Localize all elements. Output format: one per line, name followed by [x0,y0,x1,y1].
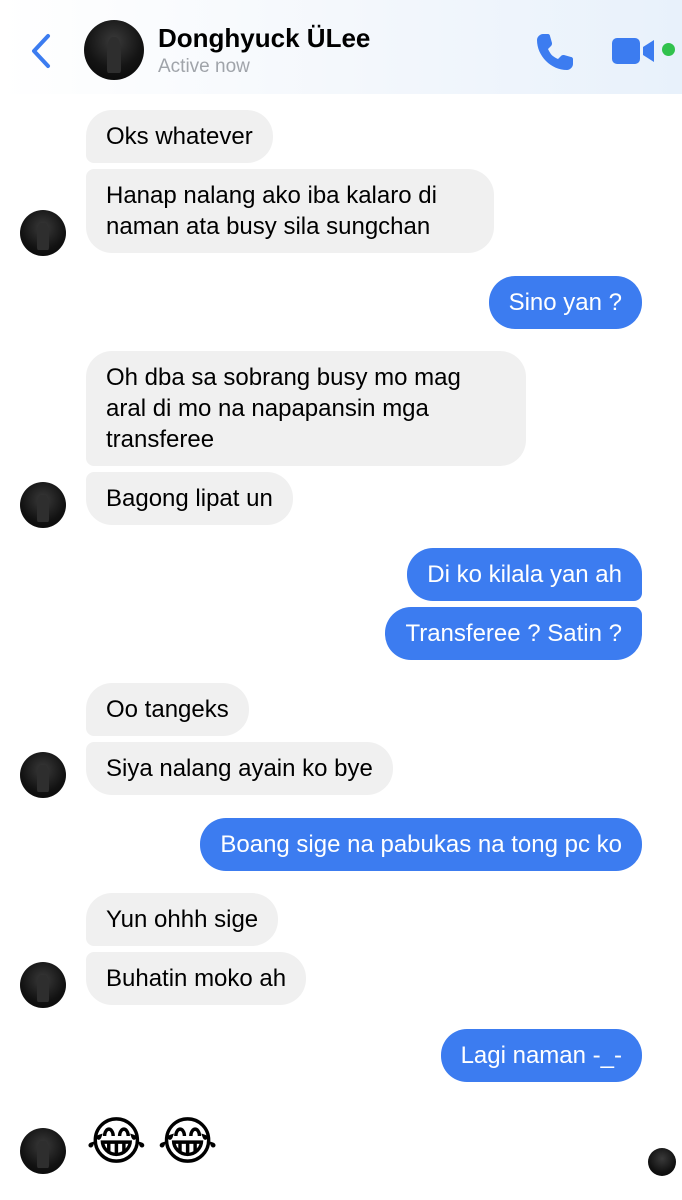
contact-avatar-small[interactable] [20,962,66,1008]
back-button[interactable] [24,30,60,72]
contact-name[interactable]: Donghyuck ÜLee [158,23,370,54]
read-receipt-avatar [648,1148,676,1176]
message-bubble-incoming[interactable]: Hanap nalang ako iba kalaro di naman ata… [86,169,494,253]
chat-header: Donghyuck ÜLee Active now [0,0,682,94]
call-button[interactable] [531,28,579,76]
message-bubble-outgoing[interactable]: Lagi naman -_- [440,1029,642,1082]
message-bubble-outgoing[interactable]: Di ko kilala yan ah [407,548,642,601]
contact-avatar-small[interactable] [20,1128,66,1174]
message-bubble-incoming[interactable]: Bagong lipat un [86,472,293,525]
face-with-tears-of-joy-emoji: 😂 [157,1112,218,1172]
message-bubble-incoming[interactable]: Oks whatever [86,110,273,163]
message-bubble-outgoing[interactable]: Transferee ? Satin ? [385,607,642,660]
emoji-message[interactable]: 😂 😂 [86,1112,224,1172]
message-bubble-outgoing[interactable]: Sino yan ? [488,276,642,329]
online-indicator [662,43,675,56]
message-bubble-incoming[interactable]: Oh dba sa sobrang busy mo mag aral di mo… [86,351,526,466]
contact-avatar-small[interactable] [20,482,66,528]
video-call-button[interactable] [608,30,658,72]
message-bubble-incoming[interactable]: Buhatin moko ah [86,952,307,1005]
contact-avatar-small[interactable] [20,752,66,798]
contact-avatar[interactable] [84,20,144,80]
phone-icon [537,34,573,70]
message-bubble-incoming[interactable]: Oo tangeks [86,683,249,736]
contact-avatar-small[interactable] [20,210,66,256]
active-status: Active now [158,56,250,77]
message-bubble-outgoing[interactable]: Boang sige na pabukas na tong pc ko [200,818,642,871]
video-camera-icon [612,38,654,64]
message-bubble-incoming[interactable]: Siya nalang ayain ko bye [86,742,393,795]
chevron-left-icon [32,34,50,68]
face-with-tears-of-joy-emoji: 😂 [86,1112,147,1172]
message-bubble-incoming[interactable]: Yun ohhh sige [86,893,279,946]
